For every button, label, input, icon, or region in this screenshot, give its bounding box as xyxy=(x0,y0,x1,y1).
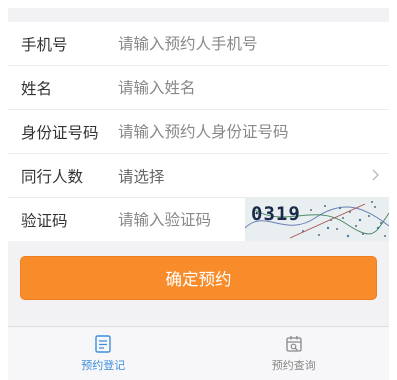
tab-appointment-query-label: 预约查询 xyxy=(271,359,316,372)
captcha-label: 验证码 xyxy=(21,211,68,230)
page: 手机号 姓名 身份证号码 同行人数 请选择 验证码 xyxy=(0,0,397,380)
captcha-row: 验证码 请输入验证码 0319 xyxy=(8,198,389,241)
calendar-search-icon xyxy=(286,336,302,352)
chevron-right-icon xyxy=(372,169,379,181)
tab-appointment-register[interactable]: 预约登记 xyxy=(8,327,199,380)
tab-appointment-query[interactable]: 预约查询 xyxy=(199,327,390,380)
edit-list-icon xyxy=(95,335,111,353)
tab-appointment-register-label: 预约登记 xyxy=(81,359,126,372)
name-label: 姓名 xyxy=(21,79,53,98)
phone-row: 手机号 xyxy=(8,22,389,66)
companions-row[interactable]: 同行人数 请选择 xyxy=(8,154,389,198)
phone-label: 手机号 xyxy=(21,35,68,54)
companions-select[interactable]: 请选择 xyxy=(118,165,389,187)
name-row: 姓名 xyxy=(8,66,389,110)
phone-input[interactable] xyxy=(118,22,389,65)
id-number-input[interactable] xyxy=(118,110,389,153)
appointment-form: 手机号 姓名 身份证号码 同行人数 请选择 验证码 xyxy=(8,22,389,241)
id-number-label: 身份证号码 xyxy=(21,123,99,142)
captcha-image[interactable]: 0319 xyxy=(245,198,389,241)
id-number-row: 身份证号码 xyxy=(8,110,389,154)
tab-bar: 预约登记 预约查询 xyxy=(8,326,389,380)
captcha-code: 0319 xyxy=(251,203,301,225)
confirm-appointment-button[interactable]: 确定预约 xyxy=(20,256,377,300)
name-input[interactable] xyxy=(118,66,389,109)
companions-label: 同行人数 xyxy=(21,167,84,186)
